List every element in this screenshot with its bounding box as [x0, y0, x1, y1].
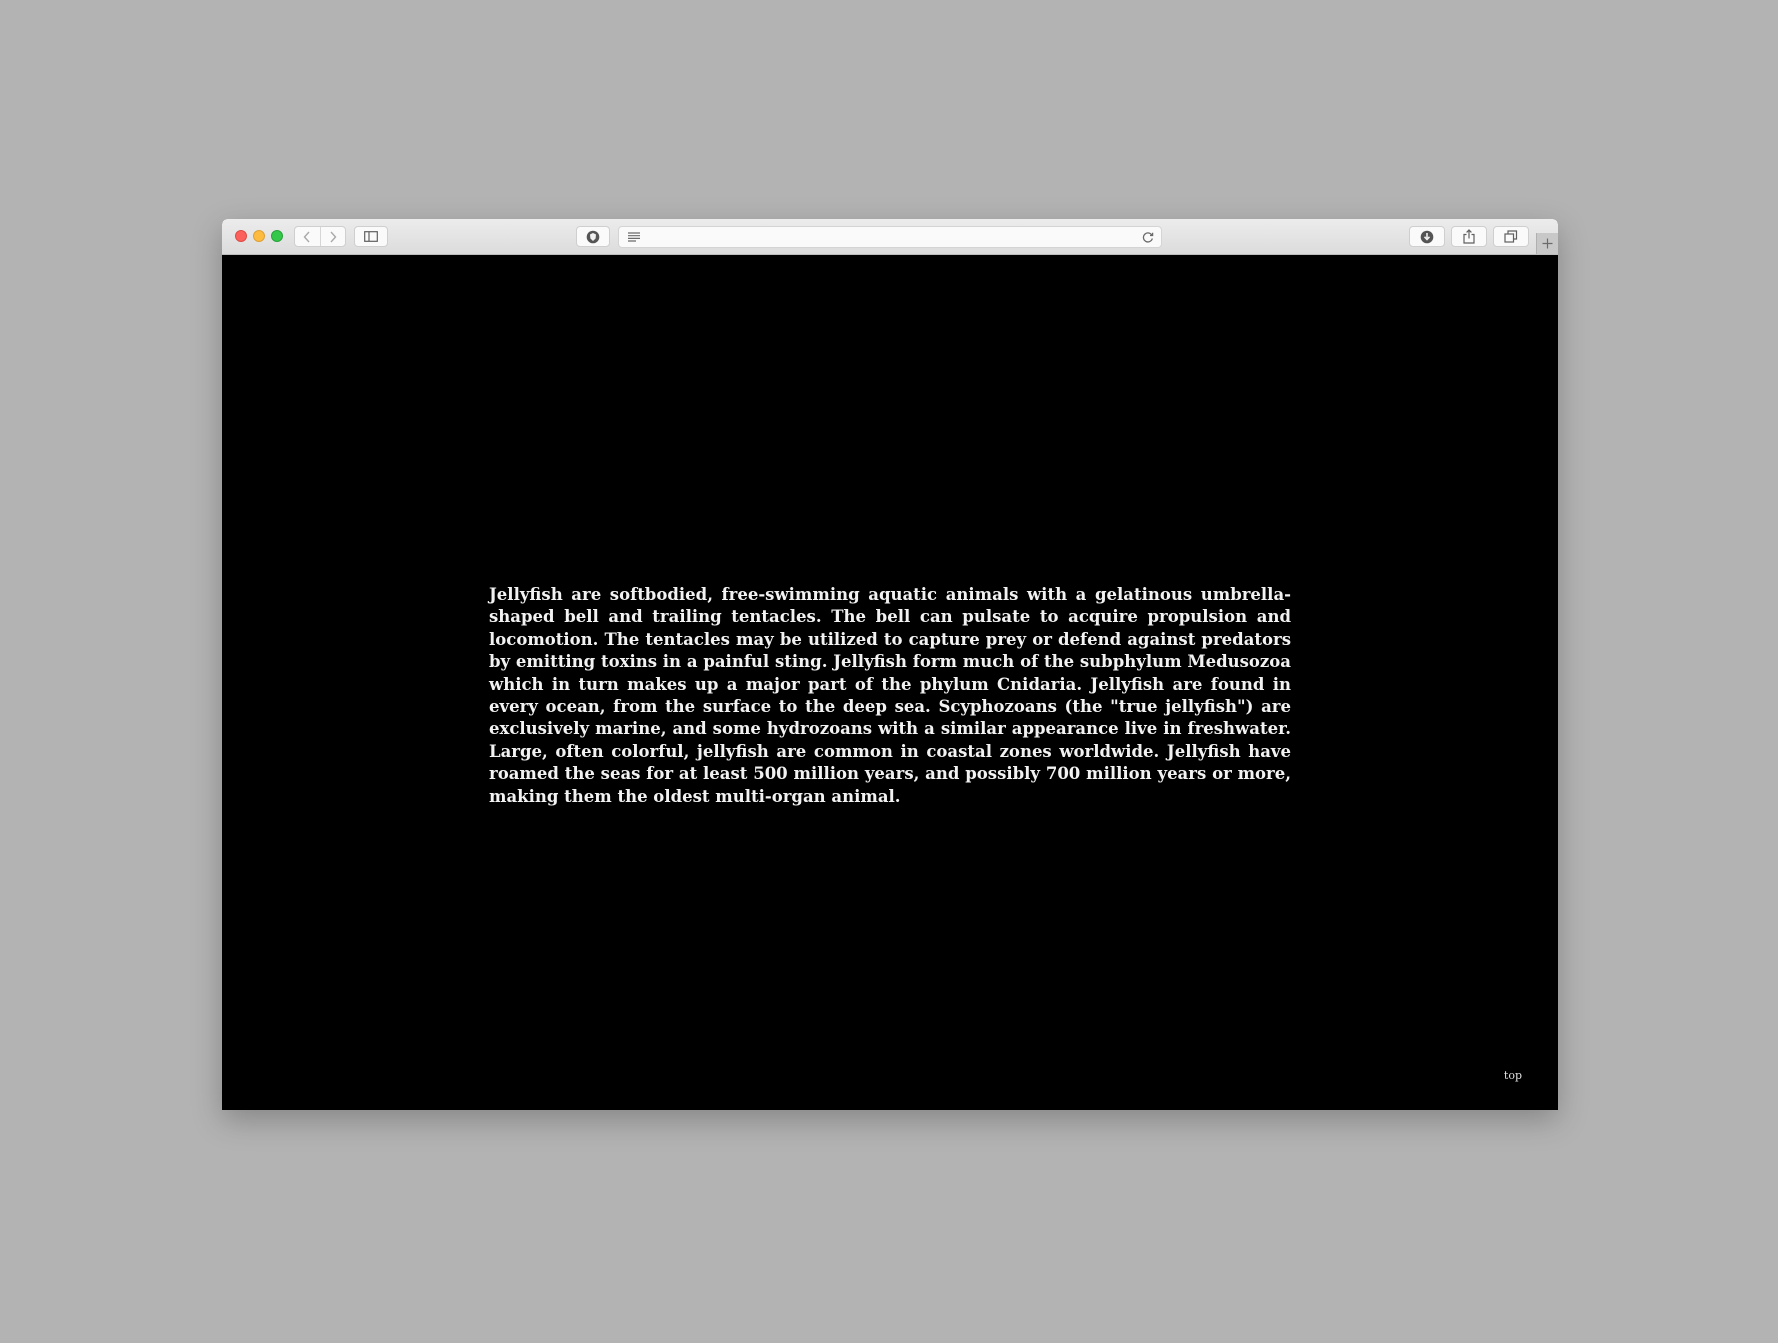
show-tabs-button[interactable]	[1493, 226, 1529, 247]
share-icon	[1463, 229, 1475, 244]
minimize-window-button[interactable]	[253, 230, 265, 242]
browser-toolbar	[222, 219, 1558, 255]
back-button[interactable]	[295, 227, 320, 246]
close-window-button[interactable]	[235, 230, 247, 242]
article-paragraph: Jellyfish are softbodied, free-swimming …	[489, 585, 1291, 806]
sidebar-icon	[364, 231, 378, 242]
privacy-icon	[586, 230, 600, 243]
sidebar-button[interactable]	[354, 226, 388, 247]
reload-icon[interactable]	[1141, 230, 1155, 244]
back-icon	[303, 231, 310, 242]
privacy-report-button[interactable]	[576, 226, 610, 247]
forward-icon	[330, 231, 337, 242]
address-bar[interactable]	[618, 226, 1162, 248]
navigation-buttons	[294, 226, 346, 247]
page-content: Jellyfish are softbodied, free-swimming …	[222, 255, 1558, 1110]
plus-icon	[1542, 238, 1553, 249]
maximize-window-button[interactable]	[271, 230, 283, 242]
reader-icon[interactable]	[627, 232, 641, 242]
tabs-icon	[1504, 230, 1518, 243]
forward-button[interactable]	[319, 227, 346, 246]
browser-window: Jellyfish are softbodied, free-swimming …	[222, 219, 1558, 1110]
new-tab-button[interactable]	[1536, 233, 1558, 254]
share-button[interactable]	[1451, 226, 1487, 247]
download-icon	[1420, 230, 1434, 243]
back-to-top-link[interactable]: top	[1504, 1069, 1522, 1082]
downloads-button[interactable]	[1409, 226, 1445, 247]
